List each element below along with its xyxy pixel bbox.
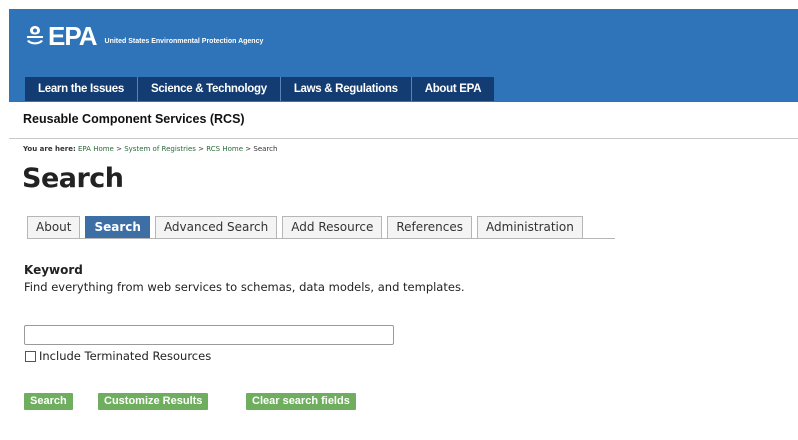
breadcrumb-rcs-home[interactable]: RCS Home — [206, 145, 243, 153]
breadcrumb-system-of-registries[interactable]: System of Registries — [124, 145, 196, 153]
nav-science-technology[interactable]: Science & Technology — [137, 77, 281, 101]
tab-references[interactable]: References — [387, 216, 473, 238]
tab-about[interactable]: About — [27, 216, 81, 238]
breadcrumb-separator: > — [245, 145, 252, 153]
breadcrumb-separator: > — [116, 145, 122, 153]
program-title[interactable]: Reusable Component Services (RCS) — [23, 112, 245, 126]
include-terminated-label[interactable]: Include Terminated Resources — [39, 349, 211, 363]
breadcrumb-epa-home[interactable]: EPA Home — [78, 145, 114, 153]
include-terminated-checkbox[interactable] — [25, 350, 36, 362]
tab-add-resource[interactable]: Add Resource — [282, 216, 383, 238]
breadcrumb-prefix: You are here: — [23, 145, 76, 153]
page-title: Search — [22, 163, 124, 194]
breadcrumb: You are here: EPA Home > System of Regis… — [23, 145, 277, 153]
search-button[interactable]: Search — [24, 393, 73, 410]
nav-laws-regulations[interactable]: Laws & Regulations — [280, 77, 412, 101]
clear-search-fields-button[interactable]: Clear search fields — [246, 393, 356, 410]
logo-text: EPA — [48, 21, 98, 51]
tab-bar: About Search Advanced Search Add Resourc… — [27, 214, 615, 239]
keyword-description: Find everything from web services to sch… — [24, 280, 465, 294]
agency-name: United States Environmental Protection A… — [104, 38, 264, 45]
epa-flower-icon — [27, 26, 43, 45]
breadcrumb-current: Search — [253, 145, 278, 153]
tab-advanced-search[interactable]: Advanced Search — [154, 216, 278, 238]
keyword-label: Keyword — [24, 263, 83, 277]
tab-administration[interactable]: Administration — [477, 216, 583, 238]
epa-logo[interactable]: EPA United States Environmental Protecti… — [24, 21, 264, 51]
include-terminated-row: Include Terminated Resources — [25, 349, 211, 363]
nav-learn-the-issues[interactable]: Learn the Issues — [25, 77, 138, 101]
customize-results-button[interactable]: Customize Results — [98, 393, 209, 410]
tab-search[interactable]: Search — [85, 216, 150, 238]
nav-about-epa[interactable]: About EPA — [411, 77, 495, 101]
top-navigation: Learn the Issues Science & Technology La… — [25, 77, 495, 101]
breadcrumb-separator: > — [198, 145, 205, 153]
site-header: EPA United States Environmental Protecti… — [9, 9, 798, 113]
program-bar: Reusable Component Services (RCS) — [9, 102, 798, 139]
keyword-search-input[interactable] — [24, 325, 394, 345]
